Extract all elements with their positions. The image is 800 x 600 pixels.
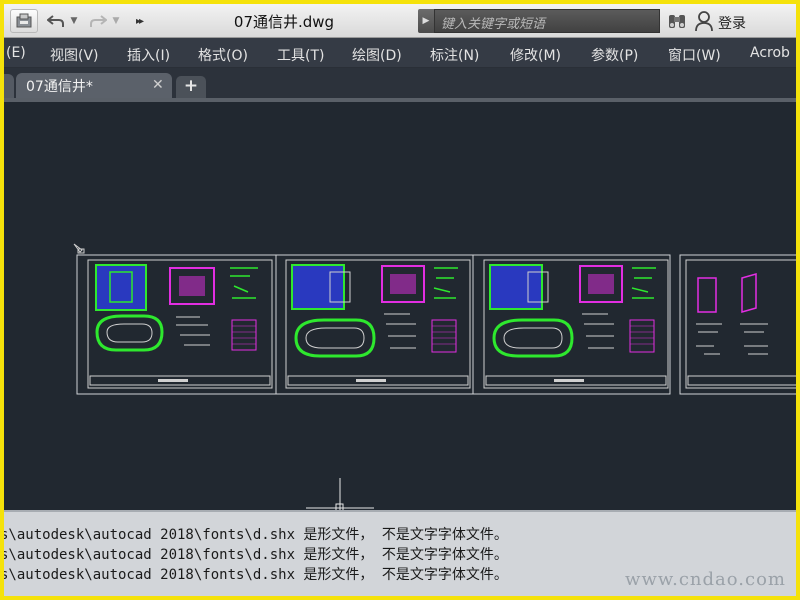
menu-draw[interactable]: 绘图(D): [352, 45, 402, 65]
drawing-sheet-4: [685, 259, 796, 389]
app-menu-button[interactable]: [10, 9, 38, 33]
new-tab-button[interactable]: +: [176, 76, 206, 98]
menu-window[interactable]: 窗口(W): [668, 45, 721, 65]
login-link[interactable]: 登录: [718, 13, 746, 33]
menu-format[interactable]: 格式(O): [198, 45, 248, 65]
redo-dropdown-icon[interactable]: ▼: [110, 9, 122, 33]
autocad-app-icon: [16, 13, 32, 28]
menu-dimension[interactable]: 标注(N): [430, 45, 479, 65]
undo-icon: [47, 15, 64, 27]
drawing-sheet-3: [483, 259, 669, 389]
menu-tools[interactable]: 工具(T): [277, 45, 324, 65]
redo-icon: [90, 15, 107, 27]
menu-bar: (E) 视图(V) 插入(I) 格式(O) 工具(T) 绘图(D) 标注(N) …: [4, 38, 796, 68]
user-icon[interactable]: [694, 10, 714, 32]
title-bar: ▼ ▼ ▸▸ 07通信井.dwg ▶ 键入关键字或短语 登录: [4, 4, 796, 38]
menu-acrobat[interactable]: Acrob: [750, 45, 790, 61]
search-expand-icon[interactable]: ▶: [418, 9, 434, 33]
redo-button[interactable]: [86, 9, 110, 33]
command-line[interactable]: s\autodesk\autocad 2018\fonts\d.shx 是形文件…: [4, 510, 796, 596]
drawing-area: [73, 243, 796, 512]
undo-dropdown-icon[interactable]: ▼: [68, 9, 80, 33]
crosshair-cursor-icon: [306, 478, 374, 512]
menu-insert[interactable]: 插入(I): [127, 45, 170, 65]
menu-view[interactable]: 视图(V): [50, 45, 99, 65]
watermark: www.cndao.com: [625, 569, 786, 590]
drawing-canvas[interactable]: [4, 102, 796, 512]
search-input[interactable]: 键入关键字或短语: [434, 9, 660, 33]
tab-07-tongxinjing[interactable]: 07通信井* ✕: [16, 73, 172, 98]
undo-button[interactable]: [44, 9, 68, 33]
command-history-line: s\autodesk\autocad 2018\fonts\d.shx 是形文件…: [4, 527, 508, 543]
command-history-line: s\autodesk\autocad 2018\fonts\d.shx 是形文件…: [4, 547, 508, 563]
drawing-sheet-1: [87, 259, 273, 389]
document-tab-bar: 07通信井* ✕ +: [4, 68, 796, 98]
binoculars-icon: [669, 15, 685, 28]
menu-modify[interactable]: 修改(M): [510, 45, 561, 65]
menu-parametric[interactable]: 参数(P): [591, 45, 638, 65]
start-tab-edge[interactable]: [4, 74, 14, 98]
menu-edit[interactable]: (E): [6, 45, 26, 61]
more-tools-icon[interactable]: ▸▸: [130, 9, 148, 33]
drawing-sheet-2: [285, 259, 471, 389]
search-button[interactable]: [666, 10, 688, 32]
ucs-marker-icon: [73, 243, 85, 254]
autocad-window: ▼ ▼ ▸▸ 07通信井.dwg ▶ 键入关键字或短语 登录 (E) 视图(V)…: [4, 4, 796, 596]
tab-label: 07通信井*: [26, 79, 93, 95]
close-icon[interactable]: ✕: [152, 77, 164, 93]
window-title: 07通信井.dwg: [233, 13, 335, 31]
